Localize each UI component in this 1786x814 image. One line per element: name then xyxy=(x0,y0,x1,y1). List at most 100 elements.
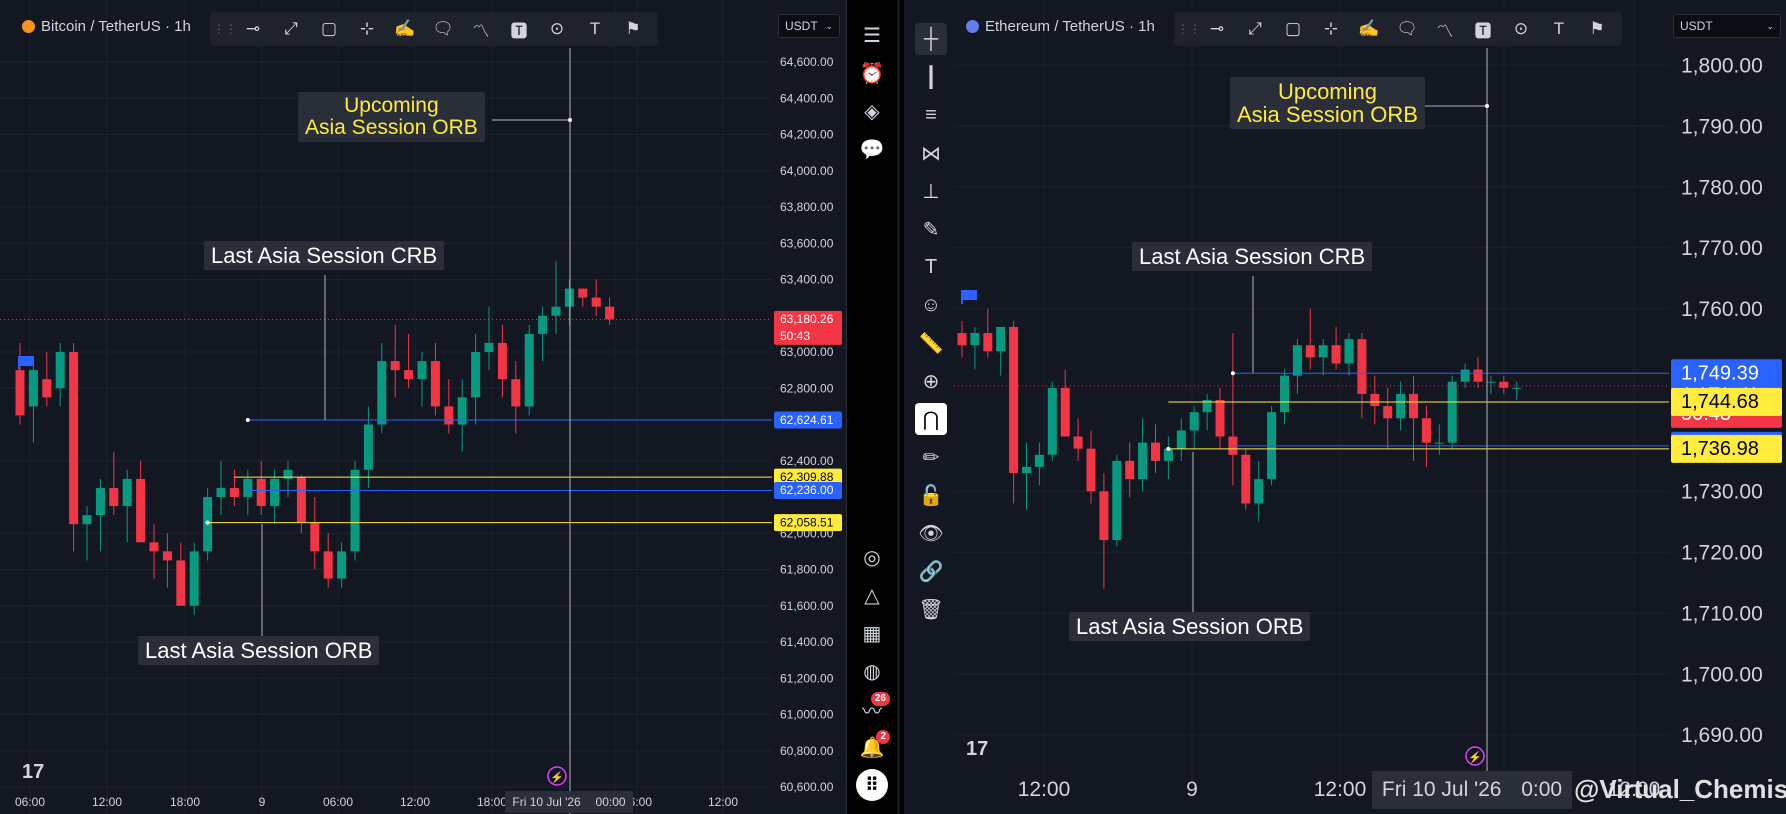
brush-tool-icon[interactable]: ✎ xyxy=(911,210,951,248)
candle-body xyxy=(377,361,387,425)
speedometer-icon[interactable]: ◎ xyxy=(852,538,892,576)
flag-icon[interactable]: ⚑ xyxy=(614,12,652,46)
annotation-line: Asia Session ORB xyxy=(305,116,478,140)
candle-body xyxy=(511,379,521,407)
text-icon[interactable]: T xyxy=(576,12,614,46)
brush-icon[interactable]: ✍ xyxy=(1350,12,1388,46)
btc-currency-select[interactable]: USDT ⌄ xyxy=(778,14,840,38)
text-icon[interactable]: T xyxy=(1540,12,1578,46)
candle-body xyxy=(1486,381,1496,383)
candle-body xyxy=(996,326,1006,352)
annotation-last-crb[interactable]: Last Asia Session CRB xyxy=(1132,242,1373,272)
brush-icon[interactable]: ✍ xyxy=(386,12,424,46)
toolbar-drag-handle[interactable]: ⋮⋮ xyxy=(213,12,237,46)
btc-chart-pane[interactable]: 64,600.00 64,400.00 64,200.00 64,000.00 63,8… xyxy=(0,0,846,814)
toolbar-drag-handle[interactable]: ⋮⋮ xyxy=(1177,12,1201,46)
eth-chart-pane[interactable]: 1,800.00 1,790.00 1,780.00 1,770.00 1,760.00… xyxy=(954,0,1786,814)
pine-icon[interactable]: △ xyxy=(852,576,892,614)
trend-line-icon[interactable]: ⤢ xyxy=(1236,12,1274,46)
eye-icon[interactable]: 👁 xyxy=(911,514,951,552)
alarm-clock-icon[interactable]: ⏰ xyxy=(852,54,892,92)
candle-body xyxy=(1512,387,1522,389)
pencil-lock-icon[interactable]: ✏ xyxy=(911,438,951,476)
y-tick-label: 1,710.00 xyxy=(1681,602,1763,625)
chat-icon[interactable]: 💬 xyxy=(852,130,892,168)
flag-pole xyxy=(18,356,20,370)
zoom-in-icon[interactable]: ⊕ xyxy=(911,362,951,400)
path-icon[interactable]: 〽 xyxy=(462,12,500,46)
candle-body xyxy=(363,424,373,470)
eth-currency-select[interactable]: USDT ⌄ xyxy=(1673,14,1781,38)
vertical-line-icon[interactable]: ⊹ xyxy=(1312,12,1350,46)
text-tool-icon[interactable]: T xyxy=(911,248,951,286)
target-icon[interactable]: ⊙ xyxy=(1502,12,1540,46)
candle-body xyxy=(1138,442,1148,480)
right-sidebar-toolbar: ☰ ⏰ ◈ 💬 ◎ △ ▦ ◍ 〰 26 🔔 2 ⠿ xyxy=(846,0,897,814)
candle-body xyxy=(564,288,574,307)
watchlist-icon[interactable]: ☰ xyxy=(852,16,892,54)
x-tick-label: 18:00 xyxy=(170,795,200,809)
callout-icon[interactable]: 🗨 xyxy=(1388,12,1426,46)
emoji-icon[interactable]: ☺ xyxy=(911,286,951,324)
crosshair-icon[interactable]: ┼ xyxy=(911,20,951,58)
annotation-upcoming-orb[interactable]: Upcoming Asia Session ORB xyxy=(1230,77,1425,130)
btc-symbol-header[interactable]: Bitcoin / TetherUS · 1h xyxy=(22,18,191,35)
crosshair-time-label: Fri 10 Jul '26 0:00 xyxy=(1372,771,1572,809)
callout-icon[interactable]: 🗨 xyxy=(424,12,462,46)
x-tick-label: 06:00 xyxy=(15,795,45,809)
apps-grid-icon[interactable]: ⠿ xyxy=(852,766,892,804)
trend-line-icon[interactable]: ⤢ xyxy=(272,12,310,46)
globe-icon[interactable]: ◍ xyxy=(852,652,892,690)
annotation-last-crb[interactable]: Last Asia Session CRB xyxy=(204,241,445,271)
ruler-icon[interactable]: 📏 xyxy=(911,324,951,362)
candle-body xyxy=(578,288,588,298)
trash-icon[interactable]: 🗑 xyxy=(911,590,951,628)
candle-body xyxy=(310,522,320,552)
vertical-line-icon[interactable]: ⊹ xyxy=(348,12,386,46)
annotation-last-orb[interactable]: Last Asia Session ORB xyxy=(138,636,380,666)
countdown-label: 50:43 xyxy=(780,329,810,343)
eth-symbol-header[interactable]: Ethereum / TetherUS · 1h xyxy=(966,18,1155,35)
horizontal-line-icon[interactable]: ⊸ xyxy=(234,12,272,46)
annotation-upcoming-orb[interactable]: Upcoming Asia Session ORB xyxy=(298,92,485,143)
candle-body xyxy=(444,406,454,425)
forecast-icon[interactable]: ⊥ xyxy=(911,172,951,210)
candle-body xyxy=(390,361,400,371)
candle-body xyxy=(1409,393,1418,419)
fib-icon[interactable]: ≡ xyxy=(911,96,951,134)
price-label: 62,624.61 xyxy=(780,413,834,427)
horizontal-line-icon[interactable]: ⊸ xyxy=(1198,12,1236,46)
candle-body xyxy=(176,560,186,606)
candle-body xyxy=(1499,381,1509,388)
candle-body xyxy=(270,478,280,507)
vertical-line-tool-icon[interactable]: ┃ xyxy=(911,58,951,96)
candle-body xyxy=(109,487,119,507)
candle-body xyxy=(1344,339,1354,364)
annotation-last-orb[interactable]: Last Asia Session ORB xyxy=(1069,612,1311,642)
text-box-icon[interactable]: 🆃 xyxy=(500,12,538,46)
btc-drawing-toolbar: ⋮⋮ ⊸ ⤢ ▢ ⊹ ✍ 🗨 〽 🆃 ⊙ T ⚑ xyxy=(210,12,658,46)
path-icon[interactable]: 〽 xyxy=(1426,12,1464,46)
candle-body xyxy=(430,361,440,407)
lightning-glyph: ⚡ xyxy=(550,771,564,784)
bell-icon[interactable]: 🔔 2 xyxy=(852,728,892,766)
flag-icon[interactable]: ⚑ xyxy=(1578,12,1616,46)
candle-body xyxy=(95,487,105,516)
lock-icon[interactable]: 🔓 xyxy=(911,476,951,514)
candle-body xyxy=(417,361,427,380)
magnet-icon[interactable]: ⋂ xyxy=(911,400,951,438)
rectangle-icon[interactable]: ▢ xyxy=(310,12,348,46)
candle-body xyxy=(162,551,172,561)
text-box-icon[interactable]: 🆃 xyxy=(1464,12,1502,46)
ideas-stream-icon[interactable]: 〰 26 xyxy=(852,690,892,728)
pattern-icon[interactable]: ⋈ xyxy=(911,134,951,172)
btc-currency-label: USDT xyxy=(785,19,818,33)
calendar-icon[interactable]: ▦ xyxy=(852,614,892,652)
tradingview-logo-icon: 17 xyxy=(966,738,988,760)
layers-icon[interactable]: ◈ xyxy=(852,92,892,130)
rectangle-icon[interactable]: ▢ xyxy=(1274,12,1312,46)
candle-body xyxy=(1434,442,1444,444)
link-icon[interactable]: 🔗 xyxy=(911,552,951,590)
target-icon[interactable]: ⊙ xyxy=(538,12,576,46)
price-label: 63,180.26 xyxy=(780,312,834,326)
